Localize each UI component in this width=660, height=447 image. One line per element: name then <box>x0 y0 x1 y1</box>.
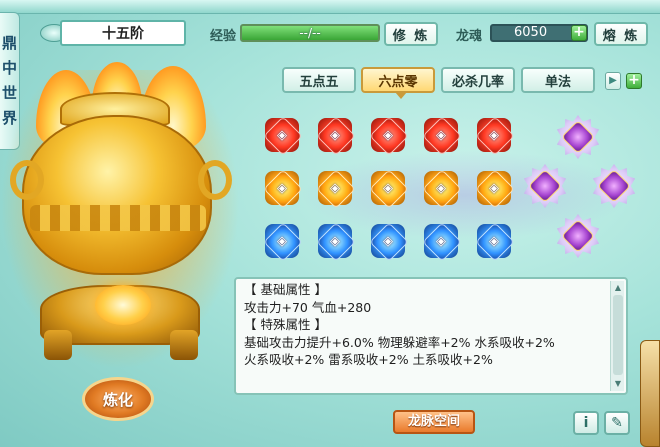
gem-glyph-icon: ◈ <box>436 127 446 143</box>
tab-five-point-five[interactable]: 五点五 <box>282 67 356 93</box>
blue-gem-slot[interactable]: ◈ <box>318 224 352 258</box>
gem-glyph-icon: ◈ <box>383 127 393 143</box>
scroll-down-icon[interactable]: ▼ <box>612 379 624 389</box>
attribute-scrollbar[interactable]: ▲ ▼ <box>610 281 624 391</box>
red-gem-slot[interactable]: ◈ <box>265 118 299 152</box>
cauldron-band <box>30 205 206 231</box>
gem-glyph-icon: ◈ <box>330 127 340 143</box>
gem-glyph-icon: ◈ <box>277 180 287 196</box>
dragon-vein-panel: 鼎 中 世 界 十五阶 经验 --/-- 修 炼 龙魂 6050 + 熔 炼 五… <box>0 0 660 447</box>
add-soul-icon[interactable]: + <box>571 25 587 41</box>
blue-gem-slot[interactable]: ◈ <box>371 224 405 258</box>
tab-six-point-zero[interactable]: 六点零 <box>361 67 435 99</box>
gem-glyph-icon: ◈ <box>489 180 499 196</box>
red-gem-slot[interactable]: ◈ <box>318 118 352 152</box>
blue-gem-slot[interactable]: ◈ <box>424 224 458 258</box>
orange-gem-slot[interactable]: ◈ <box>265 171 299 205</box>
gem-glyph-icon: ◈ <box>436 233 446 249</box>
orange-gem-slot[interactable]: ◈ <box>318 171 352 205</box>
exp-label: 经验 <box>210 29 237 44</box>
scroll-up-icon[interactable]: ▲ <box>612 283 624 293</box>
attr-basic-values: 攻击力+70 气血+280 <box>244 299 372 315</box>
right-side-scroll-deco[interactable] <box>640 340 660 447</box>
gem-glyph-icon: ◈ <box>489 233 499 249</box>
add-tab-icon[interactable]: + <box>626 73 642 89</box>
cauldron-leg <box>170 330 198 360</box>
red-gem-slot[interactable]: ◈ <box>424 118 458 152</box>
orange-gem-slot[interactable]: ◈ <box>371 171 405 205</box>
red-gem-slot[interactable]: ◈ <box>371 118 405 152</box>
scroll-thumb[interactable] <box>613 295 623 375</box>
orange-gem-slot[interactable]: ◈ <box>477 171 511 205</box>
cauldron-orb <box>95 285 151 325</box>
gem-glyph-icon: ◈ <box>277 127 287 143</box>
blue-gem-slot[interactable]: ◈ <box>265 224 299 258</box>
attr-special-values-2: 火系吸收+2% 雷系吸收+2% 土系吸收+2% <box>244 352 493 367</box>
dragon-vein-space-button[interactable]: 龙脉空间 <box>393 410 475 434</box>
info-icon[interactable]: i <box>573 411 599 435</box>
tab-single-magic[interactable]: 单法 <box>521 67 595 93</box>
attr-section-special: 【 特殊属性 】 <box>244 317 327 332</box>
exp-bar: --/-- <box>240 24 380 42</box>
attribute-box: 【 基础属性 】 攻击力+70 气血+280 【 特殊属性 】 基础攻击力提升+… <box>234 277 628 395</box>
gem-glyph-icon: ◈ <box>489 127 499 143</box>
blue-gem-slot[interactable]: ◈ <box>477 224 511 258</box>
soul-label: 龙魂 <box>456 29 483 44</box>
stage-title: 十五阶 <box>60 20 186 46</box>
orange-gem-slot[interactable]: ◈ <box>424 171 458 205</box>
cauldron-handle-left <box>10 160 44 200</box>
gem-glyph-icon: ◈ <box>277 233 287 249</box>
red-gem-slot[interactable]: ◈ <box>477 118 511 152</box>
next-tab-arrow-icon[interactable]: ▶ <box>605 72 621 90</box>
cauldron-leg <box>44 330 72 360</box>
cultivate-button[interactable]: 修 炼 <box>384 22 438 46</box>
gem-glyph-icon: ◈ <box>383 180 393 196</box>
gem-glyph-icon: ◈ <box>436 180 446 196</box>
cauldron-body <box>22 115 212 275</box>
gem-glyph-icon: ◈ <box>383 233 393 249</box>
refine-button[interactable]: 炼化 <box>82 377 154 421</box>
gem-glyph-icon: ◈ <box>330 233 340 249</box>
side-tab-char: 鼎 <box>1 34 17 52</box>
attr-special-values-1: 基础攻击力提升+6.0% 物理躲避率+2% 水系吸收+2% <box>244 334 555 350</box>
smelt-button[interactable]: 熔 炼 <box>594 22 648 46</box>
attr-section-basic: 【 基础属性 】 <box>244 282 327 297</box>
top-frame-bar <box>0 0 660 14</box>
gem-glyph-icon: ◈ <box>330 180 340 196</box>
edit-icon[interactable]: ✎ <box>604 411 630 435</box>
tab-crit-rate[interactable]: 必杀几率 <box>441 67 515 93</box>
cauldron-handle-right <box>198 160 232 200</box>
